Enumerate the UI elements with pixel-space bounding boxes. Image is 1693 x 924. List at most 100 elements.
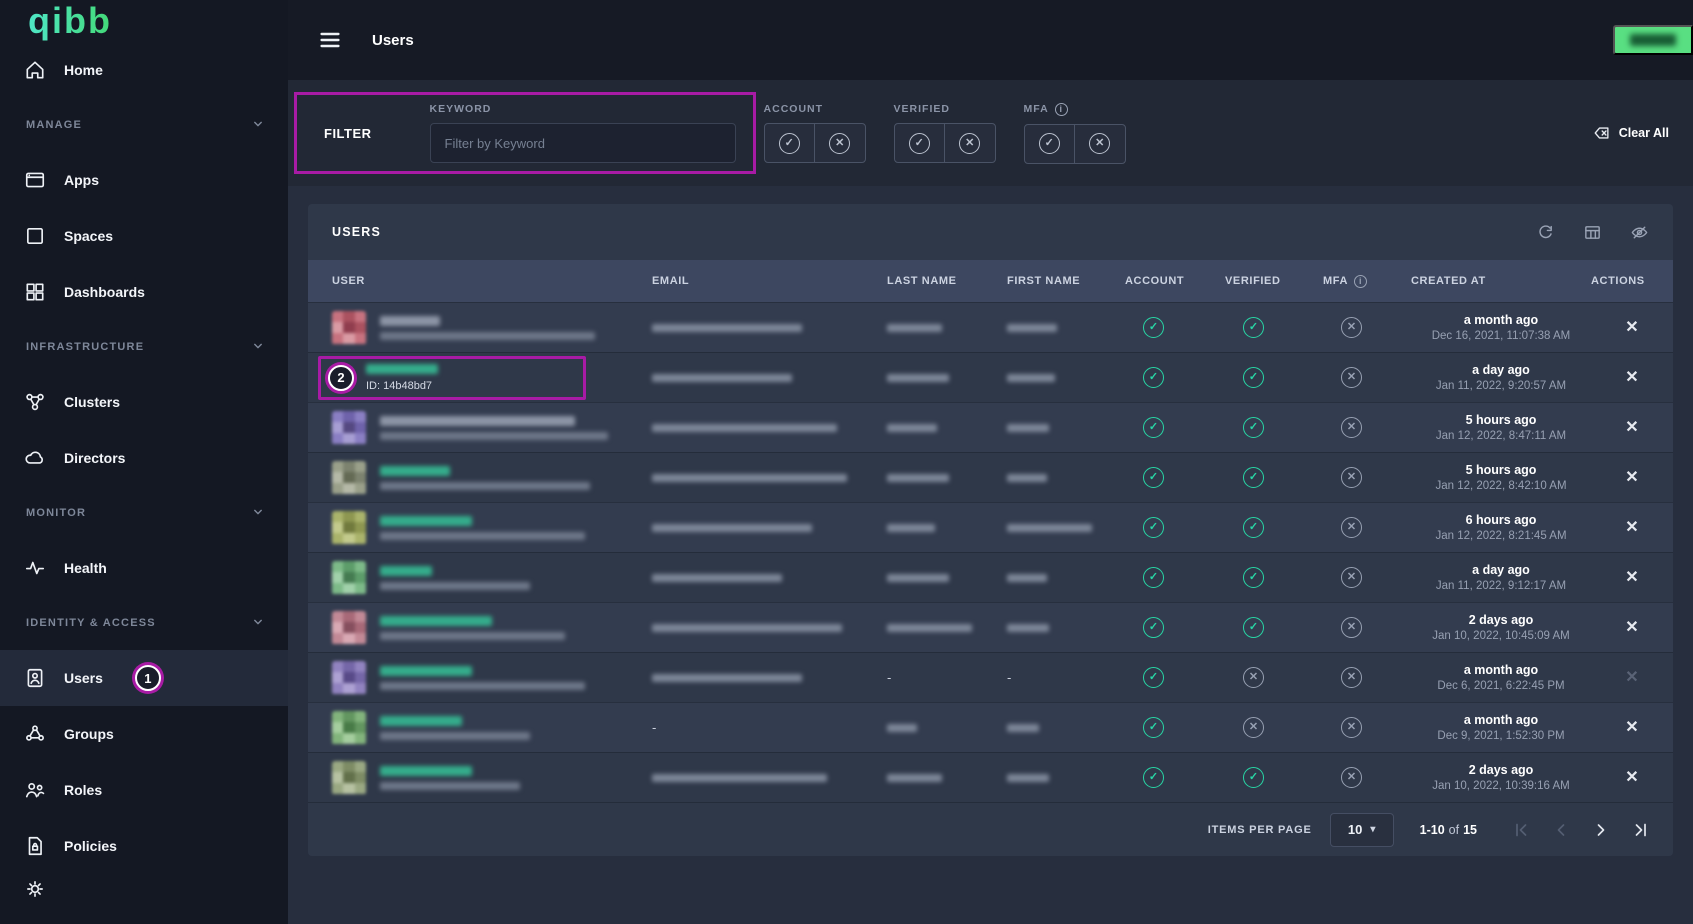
check-circle-icon: ✓ xyxy=(1243,617,1264,638)
verified-no-button[interactable]: ✕ xyxy=(944,124,995,162)
items-per-page-select[interactable]: 10 ▾ xyxy=(1330,813,1394,847)
mfa-toggle: ✓ ✕ xyxy=(1024,124,1126,164)
menu-icon[interactable] xyxy=(318,28,342,52)
pagination-bar: ITEMS PER PAGE 10 ▾ 1-10of15 xyxy=(308,802,1673,856)
main-area: Users FILTER KEYWORD ACCOUNT ✓ ✕ VERIFIE… xyxy=(288,0,1693,924)
blurred-text xyxy=(887,574,949,582)
table-row[interactable]: ✓✓✕2 days agoJan 10, 2022, 10:39:16 AM✕ xyxy=(308,752,1673,802)
sidebar-item-apps[interactable]: Apps xyxy=(0,152,288,208)
delete-user-button[interactable]: ✕ xyxy=(1625,570,1638,586)
sidebar-item-roles[interactable]: Roles xyxy=(0,762,288,818)
sidebar-item-spaces[interactable]: Spaces xyxy=(0,208,288,264)
table-row[interactable]: ✓✓✕a month agoDec 16, 2021, 11:07:38 AM✕ xyxy=(308,302,1673,352)
first-page-button[interactable] xyxy=(1511,820,1531,840)
blurred-button-label xyxy=(1630,34,1676,46)
col-email[interactable]: EMAIL xyxy=(652,275,887,287)
sidebar-item-dashboards[interactable]: Dashboards xyxy=(0,264,288,320)
delete-user-button[interactable]: ✕ xyxy=(1625,520,1638,536)
cross-circle-icon: ✕ xyxy=(1341,467,1362,488)
delete-user-button[interactable]: ✕ xyxy=(1625,370,1638,386)
sidebar-item-clusters[interactable]: Clusters xyxy=(0,374,288,430)
hide-columns-button[interactable] xyxy=(1630,223,1649,242)
created-relative: a day ago xyxy=(1472,563,1530,577)
created-at-cell: 2 days agoJan 10, 2022, 10:45:09 AM xyxy=(1411,613,1591,642)
avatar xyxy=(332,311,366,345)
user-cell xyxy=(332,461,652,495)
keyword-input[interactable] xyxy=(430,123,736,163)
sidebar-item-users[interactable]: Users1 xyxy=(0,650,288,706)
sidebar: qibb HomeMANAGEAppsSpacesDashboardsINFRA… xyxy=(0,0,288,924)
info-icon[interactable]: i xyxy=(1055,103,1068,116)
delete-user-button[interactable]: ✕ xyxy=(1625,320,1638,336)
verified-status-cell: ✓ xyxy=(1225,767,1323,788)
refresh-button[interactable] xyxy=(1536,223,1555,242)
next-page-button[interactable] xyxy=(1591,820,1611,840)
delete-user-button[interactable]: ✕ xyxy=(1625,720,1638,736)
blurred-text xyxy=(887,424,937,432)
mfa-no-button[interactable]: ✕ xyxy=(1074,125,1125,163)
table-row[interactable]: --✓✕✕a month agoDec 6, 2021, 6:22:45 PM✕ xyxy=(308,652,1673,702)
sidebar-section-monitor[interactable]: MONITOR xyxy=(0,486,288,540)
table-row[interactable]: 2ID: 14b48bd7✓✓✕a day agoJan 11, 2022, 9… xyxy=(308,352,1673,402)
email-cell xyxy=(652,474,887,482)
col-mfa[interactable]: MFAi xyxy=(1323,275,1411,288)
delete-user-button[interactable]: ✕ xyxy=(1625,470,1638,486)
chevron-right-icon xyxy=(1591,820,1611,840)
last-page-button[interactable] xyxy=(1631,820,1651,840)
col-verified[interactable]: VERIFIED xyxy=(1225,275,1323,287)
verified-status-cell: ✕ xyxy=(1225,717,1323,738)
sidebar-section-manage[interactable]: MANAGE xyxy=(0,98,288,152)
check-circle-icon: ✓ xyxy=(1143,617,1164,638)
directors-icon xyxy=(24,447,46,469)
check-circle-icon: ✓ xyxy=(1243,467,1264,488)
col-created-at[interactable]: CREATED AT xyxy=(1411,275,1591,287)
created-at-cell: 2 days agoJan 10, 2022, 10:39:16 AM xyxy=(1411,763,1591,792)
col-user[interactable]: USER xyxy=(332,275,652,287)
mfa-status-cell: ✕ xyxy=(1323,517,1411,538)
check-circle-icon: ✓ xyxy=(1143,317,1164,338)
mfa-filter-group: MFAi ✓ ✕ xyxy=(1024,103,1126,164)
account-status-cell: ✓ xyxy=(1125,367,1225,388)
sidebar-item-home[interactable]: Home xyxy=(0,42,288,98)
eye-off-icon xyxy=(1630,223,1649,242)
col-last-name[interactable]: LAST NAME xyxy=(887,275,1007,287)
sidebar-section-infrastructure[interactable]: INFRASTRUCTURE xyxy=(0,320,288,374)
table-row[interactable]: -✓✕✕a month agoDec 9, 2021, 1:52:30 PM✕ xyxy=(308,702,1673,752)
clear-all-button[interactable]: Clear All xyxy=(1593,124,1673,142)
table-row[interactable]: ✓✓✕6 hours agoJan 12, 2022, 8:21:45 AM✕ xyxy=(308,502,1673,552)
sidebar-item-policies[interactable]: Policies xyxy=(0,818,288,874)
delete-user-button[interactable]: ✕ xyxy=(1625,620,1638,636)
col-first-name[interactable]: FIRST NAME xyxy=(1007,275,1125,287)
created-timestamp: Jan 12, 2022, 8:42:10 AM xyxy=(1435,480,1566,492)
delete-user-button[interactable]: ✕ xyxy=(1625,420,1638,436)
section-label: MONITOR xyxy=(26,507,86,519)
blurred-text xyxy=(652,424,837,432)
blurred-text xyxy=(380,732,530,740)
previous-page-button[interactable] xyxy=(1551,820,1571,840)
account-no-button[interactable]: ✕ xyxy=(814,124,865,162)
col-account[interactable]: ACCOUNT xyxy=(1125,275,1225,287)
column-settings-button[interactable] xyxy=(1583,223,1602,242)
info-icon[interactable]: i xyxy=(1354,275,1367,288)
sidebar-section-identity-access[interactable]: IDENTITY & ACCESS xyxy=(0,596,288,650)
table-row[interactable]: ✓✓✕5 hours agoJan 12, 2022, 8:42:10 AM✕ xyxy=(308,452,1673,502)
blurred-text xyxy=(380,566,432,576)
mfa-yes-button[interactable]: ✓ xyxy=(1025,125,1075,163)
sidebar-item-health[interactable]: Health xyxy=(0,540,288,596)
primary-action-button[interactable] xyxy=(1613,25,1693,55)
delete-user-button[interactable]: ✕ xyxy=(1625,770,1638,786)
sidebar-item-directors[interactable]: Directors xyxy=(0,430,288,486)
check-circle-icon: ✓ xyxy=(1143,367,1164,388)
blurred-text xyxy=(1007,574,1047,582)
account-yes-button[interactable]: ✓ xyxy=(765,124,815,162)
verified-yes-button[interactable]: ✓ xyxy=(895,124,945,162)
table-row[interactable]: ✓✓✕a day agoJan 11, 2022, 9:12:17 AM✕ xyxy=(308,552,1673,602)
sidebar-item-groups[interactable]: Groups xyxy=(0,706,288,762)
verified-status-cell: ✓ xyxy=(1225,467,1323,488)
delete-user-button[interactable]: ✕ xyxy=(1625,670,1638,686)
sidebar-item-settings[interactable] xyxy=(0,874,288,924)
table-row[interactable]: ✓✓✕2 days agoJan 10, 2022, 10:45:09 AM✕ xyxy=(308,602,1673,652)
chevron-left-icon xyxy=(1551,820,1571,840)
table-row[interactable]: ✓✓✕5 hours agoJan 12, 2022, 8:47:11 AM✕ xyxy=(308,402,1673,452)
blurred-text xyxy=(380,766,472,776)
